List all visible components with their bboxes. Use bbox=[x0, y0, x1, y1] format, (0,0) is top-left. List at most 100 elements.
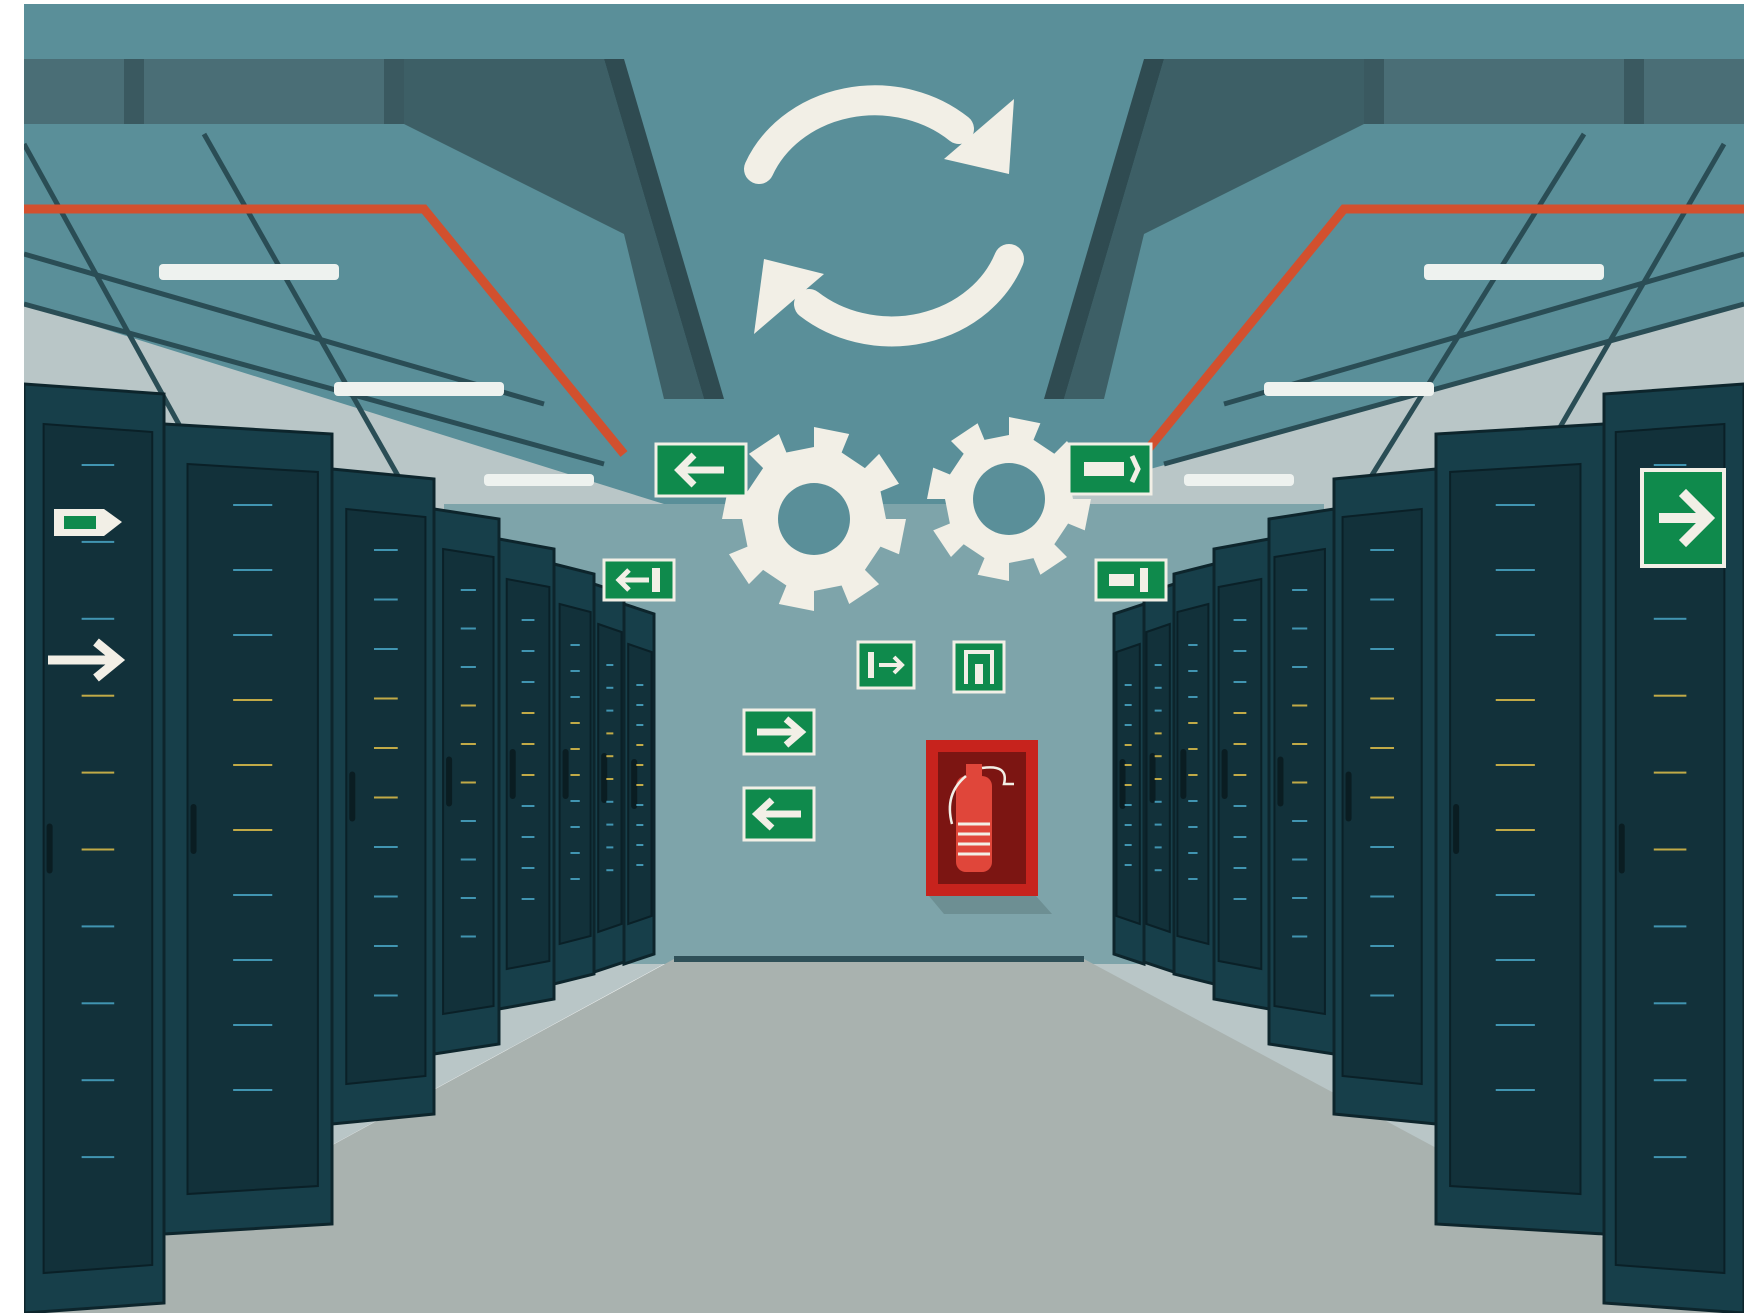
led-indicator bbox=[373, 796, 398, 799]
led-indicator bbox=[1233, 805, 1247, 807]
server-rack bbox=[1172, 562, 1216, 986]
exit-sign-icon bbox=[742, 708, 816, 756]
led-indicator bbox=[1653, 1156, 1687, 1159]
led-indicator bbox=[1495, 894, 1535, 896]
led-indicator bbox=[1124, 704, 1132, 706]
server-room-illustration bbox=[24, 4, 1744, 1313]
server-rack bbox=[1332, 467, 1438, 1126]
led-indicator bbox=[1188, 774, 1198, 776]
led-indicator bbox=[636, 724, 644, 726]
server-rack bbox=[552, 562, 596, 986]
led-indicator bbox=[1233, 681, 1247, 683]
led-indicator bbox=[1495, 1089, 1535, 1091]
led-indicator bbox=[1188, 748, 1198, 750]
led-indicator bbox=[373, 598, 398, 601]
led-indicator bbox=[1292, 781, 1308, 784]
led-indicator bbox=[1188, 722, 1198, 724]
led-indicator bbox=[521, 712, 535, 714]
led-indicator bbox=[1370, 895, 1395, 898]
led-indicator bbox=[1124, 864, 1132, 866]
led-indicator bbox=[570, 826, 580, 828]
led-indicator bbox=[1188, 696, 1198, 698]
led-indicator bbox=[1292, 743, 1308, 745]
led-indicator bbox=[636, 704, 644, 706]
led-indicator bbox=[81, 1156, 115, 1159]
led-indicator bbox=[570, 722, 580, 724]
server-rack bbox=[592, 581, 626, 975]
led-indicator bbox=[1154, 869, 1162, 872]
server-rack bbox=[1142, 581, 1176, 975]
server-rack bbox=[330, 467, 436, 1126]
led-indicator bbox=[373, 648, 398, 650]
led-indicator bbox=[521, 650, 535, 652]
led-indicator bbox=[636, 864, 644, 866]
led-indicator bbox=[460, 627, 476, 630]
led-indicator bbox=[1292, 935, 1308, 938]
led-indicator bbox=[570, 800, 580, 802]
led-indicator bbox=[460, 897, 476, 899]
led-indicator bbox=[521, 898, 535, 900]
led-indicator bbox=[636, 744, 644, 746]
led-indicator bbox=[1292, 820, 1308, 822]
led-indicator bbox=[233, 504, 273, 506]
led-indicator bbox=[1370, 747, 1395, 749]
led-indicator bbox=[1495, 764, 1535, 766]
led-indicator bbox=[460, 666, 476, 668]
led-indicator bbox=[606, 755, 614, 758]
led-indicator bbox=[1188, 878, 1198, 880]
led-indicator bbox=[1292, 627, 1308, 630]
led-indicator bbox=[233, 959, 273, 961]
led-indicator bbox=[1124, 804, 1132, 806]
led-indicator bbox=[1495, 504, 1535, 506]
led-indicator bbox=[636, 844, 644, 846]
led-indicator bbox=[1233, 712, 1247, 714]
led-indicator bbox=[1292, 666, 1308, 668]
led-indicator bbox=[1653, 1002, 1687, 1005]
led-indicator bbox=[606, 823, 614, 826]
exit-sign-icon bbox=[742, 786, 816, 842]
led-indicator bbox=[1124, 844, 1132, 846]
led-indicator bbox=[233, 764, 273, 766]
led-indicator bbox=[606, 846, 614, 849]
led-indicator bbox=[460, 781, 476, 784]
led-indicator bbox=[1653, 694, 1687, 697]
led-indicator bbox=[1653, 848, 1687, 851]
led-indicator bbox=[1188, 852, 1198, 854]
exit-sign-icon bbox=[952, 640, 1006, 694]
led-indicator bbox=[373, 697, 398, 700]
led-indicator bbox=[81, 848, 115, 851]
server-rack bbox=[1212, 537, 1271, 1011]
led-indicator bbox=[1370, 945, 1395, 947]
server-rack bbox=[622, 601, 656, 967]
led-indicator bbox=[1188, 800, 1198, 802]
exit-sign-icon bbox=[654, 442, 748, 498]
led-indicator bbox=[1188, 826, 1198, 828]
led-indicator bbox=[1292, 704, 1308, 707]
led-indicator bbox=[233, 1089, 273, 1091]
led-indicator bbox=[521, 836, 535, 838]
led-indicator bbox=[570, 774, 580, 776]
led-indicator bbox=[1653, 617, 1687, 620]
led-indicator bbox=[81, 540, 115, 543]
led-indicator bbox=[1188, 644, 1198, 646]
led-indicator bbox=[1154, 664, 1162, 666]
led-indicator bbox=[1233, 836, 1247, 838]
exit-sign-icon bbox=[602, 558, 676, 602]
led-indicator bbox=[373, 549, 398, 551]
led-indicator bbox=[373, 994, 398, 997]
led-indicator bbox=[570, 670, 580, 672]
led-indicator bbox=[233, 699, 273, 701]
led-indicator bbox=[1154, 686, 1162, 689]
led-indicator bbox=[1495, 829, 1535, 831]
led-indicator bbox=[81, 464, 115, 466]
exit-sign-icon bbox=[856, 640, 916, 690]
led-indicator bbox=[460, 589, 476, 591]
led-indicator bbox=[606, 664, 614, 666]
led-indicator bbox=[570, 644, 580, 646]
led-indicator bbox=[636, 684, 644, 686]
led-indicator bbox=[233, 829, 273, 831]
server-rack bbox=[162, 422, 334, 1236]
led-indicator bbox=[1233, 774, 1247, 776]
exit-sign-icon bbox=[1094, 558, 1168, 602]
led-indicator bbox=[1653, 464, 1687, 466]
